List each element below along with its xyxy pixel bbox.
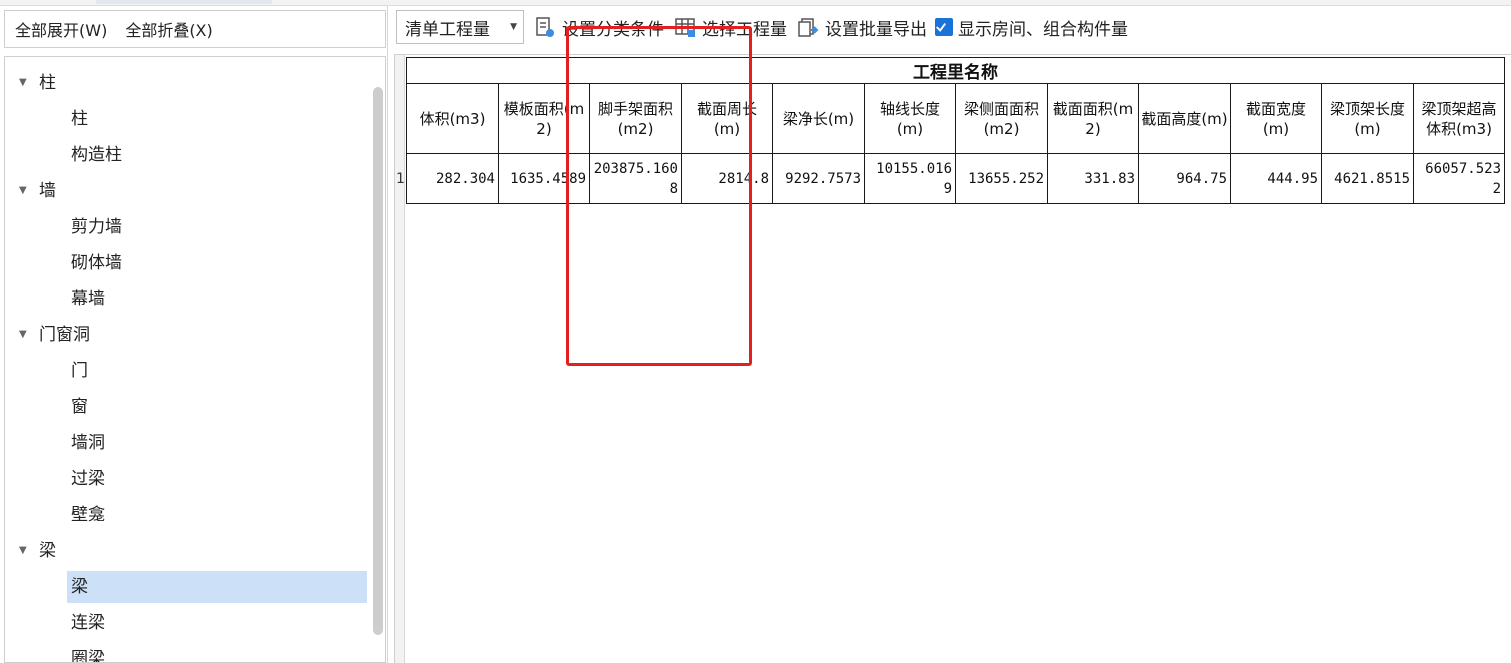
table-cell[interactable]: 1635.4589 xyxy=(498,153,590,204)
tree-group-label: 门窗洞 xyxy=(39,325,90,345)
table-cell[interactable]: 66057.5232 xyxy=(1413,153,1505,204)
quantity-type-value: 清单工程量 xyxy=(405,19,490,40)
select-quantity-label: 选择工程量 xyxy=(702,19,787,40)
tree-item[interactable]: 剪力墙 xyxy=(67,211,367,243)
row-number: 1 xyxy=(396,171,405,187)
tree-item[interactable]: 壁龛 xyxy=(67,499,367,531)
tree-item[interactable]: 砌体墙 xyxy=(67,247,367,279)
tree-group-label: 柱 xyxy=(39,73,56,93)
collapse-arrow-icon[interactable]: ▼ xyxy=(19,175,39,207)
set-category-label: 设置分类条件 xyxy=(562,19,664,40)
left-panel: 全部展开(W) 全部折叠(X) ▼ 柱 柱 构造柱 ▼ 墙 剪力墙 砌体墙 幕墙 ▼… xyxy=(0,6,388,663)
checkbox-checked-icon[interactable] xyxy=(935,18,953,36)
column-header[interactable]: 梁侧面面积(m2) xyxy=(955,83,1048,154)
column-header[interactable]: 截面周长(m) xyxy=(681,83,773,154)
batch-export-icon xyxy=(798,18,819,37)
collapse-arrow-icon[interactable]: ▼ xyxy=(19,67,39,99)
tree-item[interactable]: 柱 xyxy=(67,103,367,135)
table-cell[interactable]: 203875.1608 xyxy=(589,153,682,204)
component-tree: ▼ 柱 柱 构造柱 ▼ 墙 剪力墙 砌体墙 幕墙 ▼ 门窗洞 门 窗 墙洞 过梁 壁龛… xyxy=(4,56,386,663)
table-cell[interactable]: 13655.252 xyxy=(955,153,1048,204)
show-rooms-label: 显示房间、组合构件量 xyxy=(958,19,1128,40)
table-cell[interactable]: 444.95 xyxy=(1230,153,1322,204)
table-cell[interactable]: 2814.8 xyxy=(681,153,773,204)
column-header[interactable]: 梁净长(m) xyxy=(772,83,865,154)
table-cell[interactable]: 331.83 xyxy=(1047,153,1139,204)
tree-item[interactable]: 圈梁 xyxy=(67,643,367,662)
column-header[interactable]: 模板面积(m2) xyxy=(498,83,590,154)
quantity-grid-area: 1 工程里名称 体积(m3) 模板面积(m2) 脚手架面积(m2) 截面周长(m… xyxy=(394,54,1511,663)
table-cell[interactable]: 964.75 xyxy=(1138,153,1231,204)
quantity-table: 工程里名称 体积(m3) 模板面积(m2) 脚手架面积(m2) 截面周长(m) … xyxy=(406,57,1505,204)
category-settings-icon xyxy=(536,17,554,37)
column-header[interactable]: 截面宽度(m) xyxy=(1230,83,1322,154)
show-rooms-checkbox[interactable]: 显示房间、组合构件量 xyxy=(935,15,1128,40)
tree-group-label: 梁 xyxy=(39,541,56,561)
table-select-icon xyxy=(675,18,695,37)
column-header[interactable]: 梁顶架超高体积(m3) xyxy=(1413,83,1505,154)
batch-export-button[interactable]: 设置批量导出 xyxy=(797,15,927,40)
row-header-strip xyxy=(395,55,405,663)
dropdown-caret-icon: ▼ xyxy=(510,22,517,32)
table-cell[interactable]: 4621.8515 xyxy=(1321,153,1414,204)
tree-group-openings[interactable]: ▼ 门窗洞 xyxy=(19,319,90,351)
column-header[interactable]: 截面面积(m2) xyxy=(1047,83,1139,154)
tree-item[interactable]: 门 xyxy=(67,355,367,387)
top-tab[interactable] xyxy=(96,0,272,4)
tree-item-selected[interactable]: 梁 xyxy=(67,571,367,603)
tree-group-wall[interactable]: ▼ 墙 xyxy=(19,175,56,207)
table-row[interactable]: 282.304 1635.4589 203875.1608 2814.8 929… xyxy=(406,153,1505,204)
quantity-type-select[interactable]: 清单工程量 ▼ xyxy=(396,10,524,44)
table-title: 工程里名称 xyxy=(406,57,1505,84)
tree-group-column[interactable]: ▼ 柱 xyxy=(19,67,56,99)
batch-export-label: 设置批量导出 xyxy=(825,19,927,40)
tree-group-label: 墙 xyxy=(39,181,56,201)
set-category-button[interactable]: 设置分类条件 xyxy=(534,15,664,40)
tree-toolbar: 全部展开(W) 全部折叠(X) xyxy=(4,10,386,48)
column-header[interactable]: 轴线长度(m) xyxy=(864,83,956,154)
table-cell[interactable]: 10155.0169 xyxy=(864,153,956,204)
table-cell[interactable]: 282.304 xyxy=(406,153,499,204)
column-header[interactable]: 梁顶架长度(m) xyxy=(1321,83,1414,154)
tree-scrollbar[interactable] xyxy=(373,87,383,635)
tree-item[interactable]: 窗 xyxy=(67,391,367,423)
column-header[interactable]: 截面高度(m) xyxy=(1138,83,1231,154)
collapse-arrow-icon[interactable]: ▼ xyxy=(19,535,39,567)
tree-item[interactable]: 连梁 xyxy=(67,607,367,639)
table-cell[interactable]: 9292.7573 xyxy=(772,153,865,204)
tree-item[interactable]: 过梁 xyxy=(67,463,367,495)
tree-item[interactable]: 构造柱 xyxy=(67,139,367,171)
collapse-all-button[interactable]: 全部折叠(X) xyxy=(125,17,212,41)
tree-item[interactable]: 幕墙 xyxy=(67,283,367,315)
collapse-arrow-icon[interactable]: ▼ xyxy=(19,319,39,351)
column-header[interactable]: 体积(m3) xyxy=(406,83,499,154)
tree-group-beam[interactable]: ▼ 梁 xyxy=(19,535,56,567)
select-quantity-button[interactable]: 选择工程量 xyxy=(674,15,787,40)
expand-all-button[interactable]: 全部展开(W) xyxy=(15,17,107,41)
tree-item[interactable]: 墙洞 xyxy=(67,427,367,459)
column-header[interactable]: 脚手架面积(m2) xyxy=(589,83,682,154)
quantity-toolbar: 清单工程量 ▼ 设置分类条件 选择工程量 设置批量导出 显示房间、组合构件量 xyxy=(394,6,1511,48)
